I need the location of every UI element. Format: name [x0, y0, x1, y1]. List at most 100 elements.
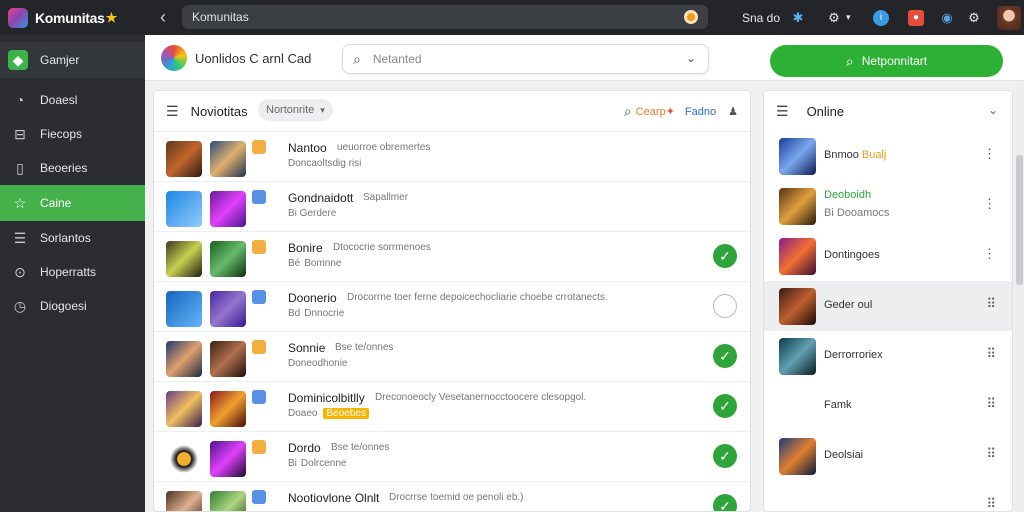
scrollbar-thumb[interactable]: [1016, 155, 1023, 285]
sidebar-item-bookmarks[interactable]: ⊟ Fiecops: [0, 117, 145, 151]
avatar[interactable]: [997, 5, 1021, 30]
online-user-name[interactable]: Deoboidh: [824, 189, 871, 201]
user-name[interactable]: Sna do: [742, 0, 780, 35]
more-icon[interactable]: ⠿: [986, 496, 996, 511]
online-list-item[interactable]: Geder oul ⠿: [764, 281, 1012, 331]
settings-icon[interactable]: ⚙: [826, 10, 842, 26]
list-item[interactable]: Dominicolbitlly Dreconoeocly Vesetanernoc…: [154, 381, 750, 431]
list-item[interactable]: Dordo Bse te/onnes Bi Dolrcenne ✓: [154, 431, 750, 481]
list-item[interactable]: Doonerio Drocorrne toer ferne depoicechoc…: [154, 281, 750, 331]
user-avatar[interactable]: [210, 491, 246, 511]
search-input[interactable]: ⌕ Netanted ⌄: [342, 44, 709, 74]
item-name[interactable]: Bonire: [288, 241, 323, 255]
online-user-name[interactable]: Derrorroriex: [824, 349, 883, 361]
user-avatar[interactable]: [779, 288, 816, 325]
more-icon[interactable]: ⠿: [986, 346, 996, 362]
user-avatar[interactable]: [779, 188, 816, 225]
game-thumbnail[interactable]: [166, 441, 202, 477]
item-name[interactable]: Dominicolbitlly: [288, 391, 365, 405]
user-icon[interactable]: ♟: [728, 105, 738, 118]
user-avatar[interactable]: [210, 341, 246, 377]
user-avatar[interactable]: [210, 241, 246, 277]
search-community-button[interactable]: ⌕ Netponnitart: [770, 45, 1003, 77]
chevron-down-icon[interactable]: ▾: [846, 12, 851, 23]
check-icon[interactable]: ✓: [713, 494, 737, 511]
sidebar-item-history[interactable]: ◷ Diogoesi: [0, 289, 145, 323]
record-icon[interactable]: [684, 10, 698, 24]
unchecked-circle-icon[interactable]: [713, 294, 737, 318]
sidebar-item-settings[interactable]: ⊙ Hoperratts: [0, 255, 145, 289]
check-icon[interactable]: ✓: [713, 244, 737, 268]
sidebar-item-library[interactable]: ▯ Beoeries: [0, 151, 145, 185]
online-list-item[interactable]: ⠿: [764, 481, 1012, 511]
list-item[interactable]: Bonire Dtococrie sorrmenoes Bé Bomnne ✓: [154, 231, 750, 281]
online-user-name[interactable]: Geder oul: [824, 299, 872, 311]
item-name[interactable]: Gondnaidott: [288, 191, 353, 205]
online-user-name[interactable]: Bnmoo Bualj: [824, 149, 886, 161]
user-avatar[interactable]: [779, 138, 816, 175]
item-name[interactable]: Doonerio: [288, 291, 337, 305]
menu-icon[interactable]: ☰: [776, 103, 789, 120]
list-item[interactable]: Gondnaidott Sapallmer Bi Gerdere: [154, 181, 750, 231]
sidebar-item-games[interactable]: ◆ Gamjer: [0, 42, 145, 78]
user-avatar[interactable]: [779, 438, 816, 475]
online-list-item[interactable]: Derrorroriex ⠿: [764, 331, 1012, 381]
online-user-name[interactable]: Famk: [824, 399, 852, 411]
sidebar-item-lists[interactable]: ☰ Sorlantos: [0, 221, 145, 255]
check-icon[interactable]: ✓: [713, 444, 737, 468]
sidebar-item-stats[interactable]: ◔ Doaesl: [0, 83, 145, 117]
game-thumbnail[interactable]: [166, 141, 202, 177]
tool-label-2[interactable]: Fadno: [685, 106, 716, 118]
online-list-item[interactable]: Deolsiai ⠿: [764, 431, 1012, 481]
user-avatar[interactable]: [779, 238, 816, 275]
globe-icon[interactable]: ◉: [939, 10, 955, 26]
game-thumbnail[interactable]: [166, 291, 202, 327]
user-avatar[interactable]: [210, 191, 246, 227]
more-icon[interactable]: ⠿: [986, 446, 996, 462]
list-item[interactable]: Sonnie Bse te/onnes Doneodhonie ✓: [154, 331, 750, 381]
info-icon[interactable]: i: [873, 9, 889, 26]
item-name[interactable]: Nootiovlone Olnlt: [288, 491, 379, 505]
online-list-item[interactable]: Dontingoes ⋮: [764, 231, 1012, 281]
check-icon[interactable]: ✓: [713, 344, 737, 368]
menu-icon[interactable]: ☰: [166, 103, 179, 120]
game-thumbnail[interactable]: [166, 391, 202, 427]
more-icon[interactable]: ⋮: [983, 146, 996, 162]
list-item[interactable]: Nootiovlone Olnlt Drocrrse toemid oe peno…: [154, 481, 750, 511]
more-icon[interactable]: ⠿: [986, 296, 996, 312]
game-thumbnail[interactable]: [166, 241, 202, 277]
chevron-down-icon[interactable]: ⌄: [988, 103, 998, 117]
online-list-item[interactable]: Famk ⠿: [764, 381, 1012, 431]
settings-gear-icon[interactable]: ⚙: [966, 10, 982, 26]
online-list-item[interactable]: Deoboidh Bi Dooamocs ⋮: [764, 181, 1012, 231]
item-name[interactable]: Nantoo: [288, 141, 327, 155]
more-icon[interactable]: ⋮: [983, 196, 996, 212]
online-user-name[interactable]: Deolsiai: [824, 449, 863, 461]
sidebar-item-community[interactable]: ☆ Caine: [0, 185, 145, 221]
notification-icon[interactable]: ●: [908, 9, 924, 26]
brand[interactable]: Komunitas ★: [0, 0, 145, 35]
online-user-name[interactable]: Dontingoes: [824, 249, 880, 261]
more-icon[interactable]: ⋮: [983, 246, 996, 262]
item-name[interactable]: Sonnie: [288, 341, 325, 355]
check-icon[interactable]: ✓: [713, 394, 737, 418]
user-avatar[interactable]: [779, 338, 816, 375]
filter-dropdown[interactable]: Nortonrite ▾: [258, 99, 333, 121]
online-list-item[interactable]: Bnmoo Bualj ⋮: [764, 131, 1012, 181]
game-thumbnail[interactable]: [166, 491, 202, 511]
scrollbar[interactable]: [1015, 81, 1024, 512]
user-avatar[interactable]: [210, 141, 246, 177]
more-icon[interactable]: ⠿: [986, 396, 996, 412]
chevron-down-icon[interactable]: ⌄: [686, 51, 696, 65]
tool-label[interactable]: Cearp: [636, 106, 666, 118]
search-icon[interactable]: ⌕: [624, 103, 632, 120]
address-bar[interactable]: Komunitas: [182, 5, 708, 29]
user-avatar[interactable]: [210, 291, 246, 327]
game-thumbnail[interactable]: [166, 191, 202, 227]
game-thumbnail[interactable]: [166, 341, 202, 377]
star-badge-icon[interactable]: ✱: [790, 10, 806, 26]
item-name[interactable]: Dordo: [288, 441, 321, 455]
user-avatar[interactable]: [210, 441, 246, 477]
user-avatar[interactable]: [210, 391, 246, 427]
list-item[interactable]: Nantoo ueuorroe obremertes Doncaoltsdig ri…: [154, 131, 750, 181]
